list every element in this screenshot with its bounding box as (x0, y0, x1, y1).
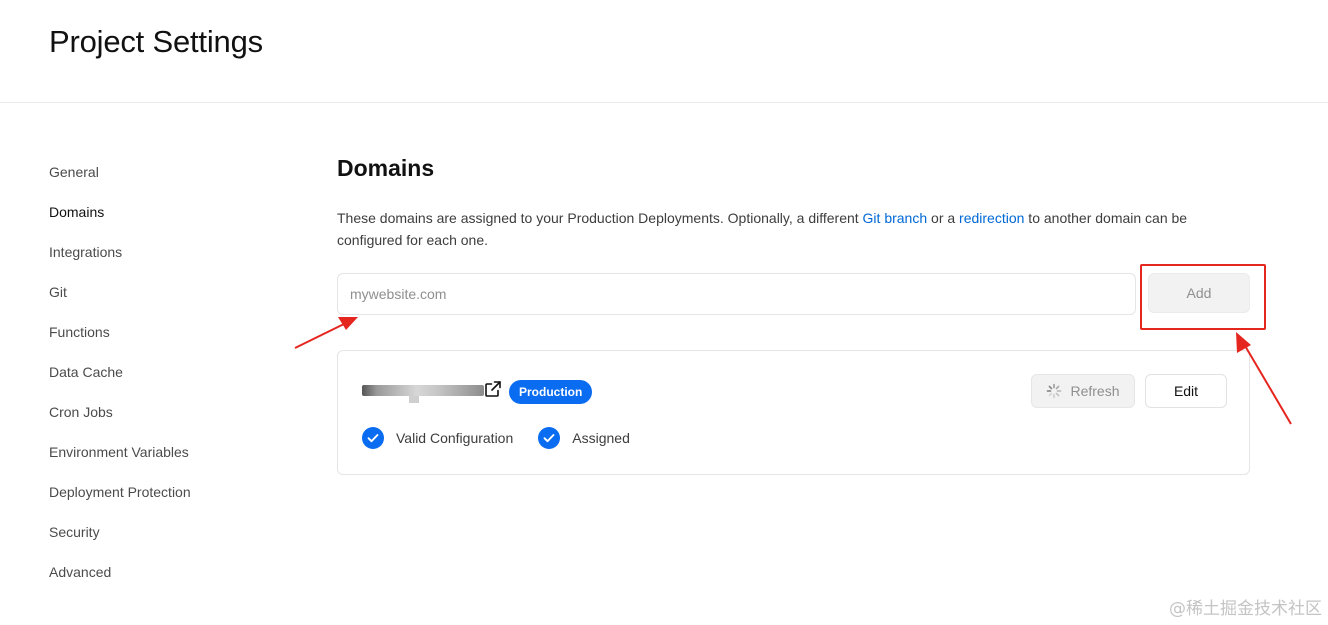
sidebar-item-data-cache[interactable]: Data Cache (49, 352, 279, 392)
domain-input[interactable] (337, 273, 1136, 315)
sidebar-item-git[interactable]: Git (49, 272, 279, 312)
redirection-link[interactable]: redirection (959, 210, 1024, 226)
domain-name-redacted[interactable] (362, 382, 484, 404)
sidebar-item-general[interactable]: General (49, 152, 279, 192)
refresh-label: Refresh (1070, 383, 1120, 399)
page-title: Project Settings (49, 24, 263, 59)
description-text: These domains are assigned to your Produ… (337, 210, 863, 226)
add-button[interactable]: Add (1148, 273, 1250, 313)
status-assigned: Assigned (538, 427, 630, 449)
check-circle-icon (362, 427, 384, 449)
git-branch-link[interactable]: Git branch (863, 210, 928, 226)
sidebar-item-integrations[interactable]: Integrations (49, 232, 279, 272)
domains-section: Domains These domains are assigned to yo… (337, 152, 1266, 475)
section-title: Domains (337, 155, 435, 181)
check-circle-icon (538, 427, 561, 449)
sidebar-item-domains[interactable]: Domains (49, 192, 279, 232)
description-text: or a (927, 210, 960, 226)
redacted-blur (409, 396, 419, 403)
settings-sidebar: General Domains Integrations Git Functio… (49, 152, 279, 592)
production-badge: Production (509, 380, 593, 404)
edit-button[interactable]: Edit (1145, 374, 1227, 408)
page-header: Project Settings (0, 0, 1328, 103)
sidebar-item-deployment-protection[interactable]: Deployment Protection (49, 472, 279, 512)
external-link-icon[interactable] (484, 380, 502, 398)
section-description: These domains are assigned to your Produ… (337, 207, 1237, 251)
sidebar-item-environment-variables[interactable]: Environment Variables (49, 432, 279, 472)
domain-card: Production Refresh Edit Valid Configurat… (337, 350, 1250, 475)
status-valid-configuration: Valid Configuration (362, 427, 513, 449)
sidebar-item-security[interactable]: Security (49, 512, 279, 552)
refresh-button[interactable]: Refresh (1031, 374, 1135, 408)
domain-status-row: Valid Configuration Assigned (362, 427, 655, 449)
add-domain-row: Add (337, 264, 1266, 330)
sidebar-item-functions[interactable]: Functions (49, 312, 279, 352)
status-label: Assigned (572, 430, 630, 446)
status-label: Valid Configuration (396, 430, 514, 446)
sidebar-item-cron-jobs[interactable]: Cron Jobs (49, 392, 279, 432)
watermark: @稀土掘金技术社区 (1169, 599, 1322, 619)
redacted-blur (362, 385, 484, 396)
sidebar-item-advanced[interactable]: Advanced (49, 552, 279, 592)
spinner-icon (1047, 383, 1062, 399)
